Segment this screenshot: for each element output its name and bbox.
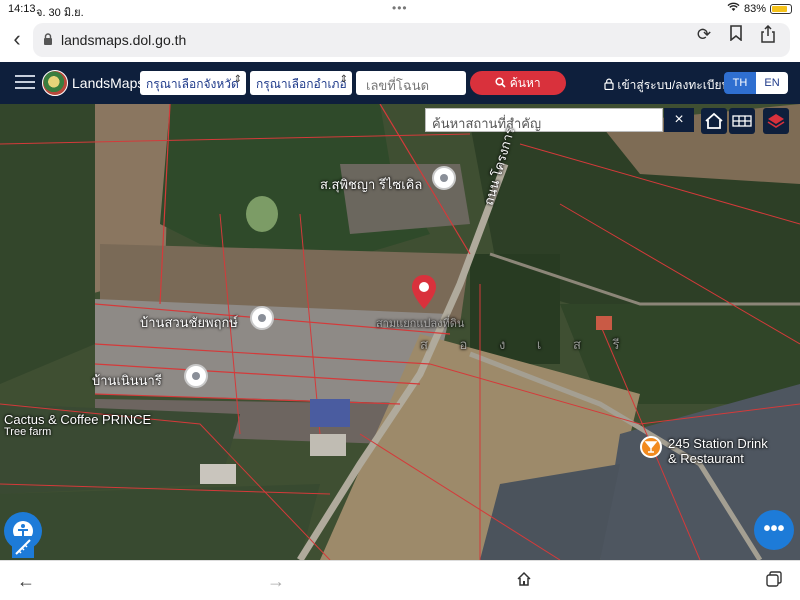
lock-icon <box>44 33 52 45</box>
map-view[interactable]: ค้นหาสถานที่สำคัญ × ส.สุพิชญา รีไซเคิล ถ… <box>0 104 800 560</box>
measure-icon[interactable] <box>12 536 34 558</box>
label-cactus: Cactus & Coffee PRINCE <box>4 412 152 427</box>
lang-th-button[interactable]: TH <box>724 72 756 94</box>
chevron-updown-icon: ⇕ <box>339 74 348 85</box>
province-select[interactable]: กรุณาเลือกจังหวัด ⇕ <box>140 71 246 95</box>
status-right: 83% <box>727 2 792 15</box>
status-bar: 14:13 จ. 30 มิ.ย. ••• 83% <box>0 0 800 19</box>
lock-icon <box>604 78 614 91</box>
poi-pin-icon[interactable] <box>250 306 274 330</box>
back-icon[interactable]: ‹ <box>6 26 28 52</box>
login-link[interactable]: เข้าสู่ระบบ/ลงทะเบียน <box>604 76 730 95</box>
login-label: เข้าสู่ระบบ/ลงทะเบียน <box>617 78 730 92</box>
battery-icon <box>770 3 792 14</box>
tabs-icon[interactable] <box>762 569 786 593</box>
province-select-value: กรุณาเลือกจังหวัด <box>146 77 239 91</box>
more-options-button[interactable]: ••• <box>754 510 794 550</box>
multitasking-dots-icon[interactable]: ••• <box>392 1 408 15</box>
district-select[interactable]: กรุณาเลือกอำเภอ ⇕ <box>250 71 352 95</box>
bookmark-icon[interactable] <box>726 25 746 45</box>
arrow-left-icon[interactable]: ← <box>14 569 38 593</box>
share-icon[interactable] <box>758 24 778 45</box>
label-tree-farm: Tree farm <box>4 426 52 438</box>
grid-icon[interactable] <box>729 108 755 134</box>
poi-pin-icon[interactable] <box>432 166 456 190</box>
search-button-label: ค้นหา <box>509 76 541 90</box>
label-station: 245 Station Drink <box>668 436 768 451</box>
close-icon[interactable]: × <box>664 108 694 132</box>
chevron-updown-icon: ⇕ <box>233 74 242 85</box>
location-marker-icon[interactable] <box>410 274 438 310</box>
brand-name: LandsMaps <box>72 75 145 91</box>
label-home1: บ้านสวนชัยพฤกษ์ <box>140 315 238 330</box>
bar-icon[interactable] <box>640 436 662 458</box>
arrow-right-icon[interactable]: → <box>264 569 288 593</box>
status-time: 14:13 <box>8 3 36 15</box>
wifi-icon <box>727 2 740 15</box>
reload-icon[interactable]: ⟳ <box>694 25 714 45</box>
label-station2: & Restaurant <box>668 451 744 466</box>
deed-number-input[interactable]: เลขที่โฉนด <box>356 71 466 95</box>
home-icon[interactable] <box>701 108 727 134</box>
lang-en-button[interactable]: EN <box>756 72 788 94</box>
label-recycle: ส.สุพิชญา รีไซเคิล <box>320 177 423 192</box>
dol-logo <box>42 70 68 96</box>
layers-icon[interactable] <box>763 108 789 134</box>
place-search-input[interactable]: ค้นหาสถานที่สำคัญ <box>425 108 663 132</box>
battery-percent: 83% <box>743 2 766 15</box>
menu-icon[interactable] <box>15 75 35 91</box>
browser-toolbar: ← → <box>0 560 800 600</box>
address-field[interactable]: landsmaps.dol.go.th <box>33 23 790 57</box>
search-button[interactable]: ค้นหา <box>470 71 566 95</box>
app-navbar: LandsMaps กรุณาเลือกจังหวัด ⇕ กรุณาเลือก… <box>0 62 800 104</box>
satellite-imagery <box>0 104 800 560</box>
label-hidden-letters: ส อ ง เ ส รี <box>420 337 634 352</box>
browser-url-bar: ‹ landsmaps.dol.go.th ⟳ <box>0 18 800 62</box>
label-home2: บ้านเนินนารี <box>92 373 162 388</box>
poi-pin-icon[interactable] <box>184 364 208 388</box>
label-faded: สามแยกแปลงที่ดิน <box>376 318 465 330</box>
url-text: landsmaps.dol.go.th <box>61 32 187 48</box>
district-select-value: กรุณาเลือกอำเภอ <box>256 77 347 91</box>
home-icon[interactable] <box>512 569 536 593</box>
search-icon <box>495 77 506 88</box>
